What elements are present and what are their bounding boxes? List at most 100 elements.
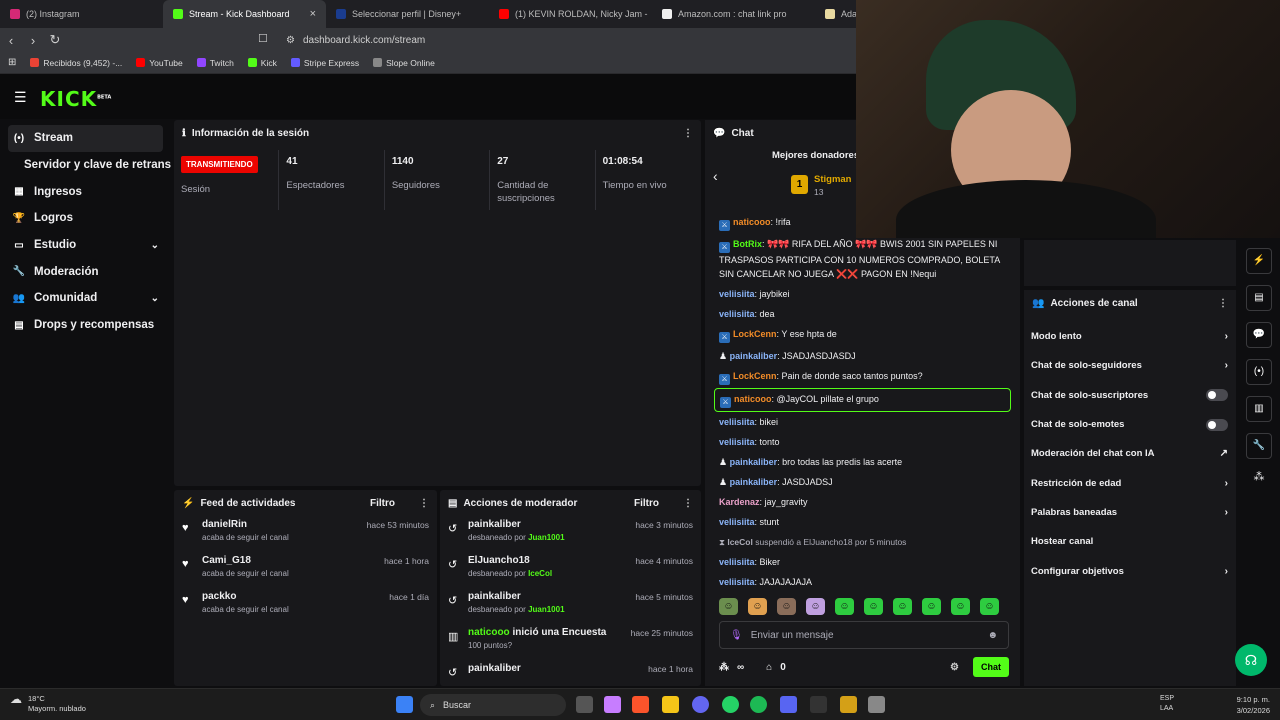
bookmark-item[interactable]: YouTube [136,58,183,68]
chevron-right-icon[interactable]: › [1225,566,1228,577]
chat-username[interactable]: painkaliber [730,477,778,487]
brave-browser-icon[interactable] [632,696,649,713]
feed-user[interactable]: Cami_G18 [202,555,384,566]
app-icon[interactable] [692,696,709,713]
browser-tab[interactable]: Stream - Kick Dashboard × [163,0,326,28]
chat-username[interactable]: painkaliber [730,351,778,361]
donor-name[interactable]: Stigman [814,174,851,185]
windows-start-icon[interactable] [396,696,413,713]
mod-user[interactable]: naticooo inició una Encuesta [468,627,631,638]
sidebar-item-estudio[interactable]: ▭ Estudio ⌄ [0,232,171,259]
mod-user[interactable]: painkaliber [468,591,635,602]
external-chart-icon[interactable]: ↗ [1220,448,1228,459]
kick-logo[interactable]: KICKBETA [40,87,111,111]
emote-icon[interactable]: ☺ [980,598,999,615]
sidebar-item-drops[interactable]: ▤ Drops y recompensas [0,312,171,339]
channel-action-row[interactable]: Hostear canal [1024,527,1236,556]
sidebar-item-moderación[interactable]: 🔧 Moderación [0,258,171,285]
more-options-icon[interactable]: ⋮ [419,498,429,509]
chat-username[interactable]: veliisiita [719,517,755,527]
chat-username[interactable]: veliisiita [719,417,755,427]
chevron-right-icon[interactable]: › [1225,360,1228,371]
copilot-icon[interactable] [604,696,621,713]
points-icon[interactable]: ⁂ [719,662,729,673]
sidebar-item-stream[interactable]: (•) Stream [8,125,163,152]
emote-icon[interactable]: ☺ [922,598,941,615]
chat-icon[interactable]: 💬 [1246,322,1272,348]
mod-user-name[interactable]: naticooo [468,627,510,638]
bookmark-item[interactable]: Recibidos (9,452) -... [30,58,122,68]
chat-username[interactable]: painkaliber [730,457,778,467]
channel-action-row[interactable]: Configurar objetivos › [1024,556,1236,585]
chevron-right-icon[interactable]: › [1225,507,1228,518]
chat-username[interactable]: veliisiita [719,557,755,567]
layout-icon[interactable]: ▥ [1246,396,1272,422]
bookmark-item[interactable]: Twitch [196,58,234,68]
discord-icon[interactable] [780,696,797,713]
headset-support-icon[interactable]: ☊ [1235,644,1267,676]
mic-icon[interactable]: 🎙 [730,630,743,641]
whatsapp-icon[interactable] [722,696,739,713]
sidebar-item-logros[interactable]: 🏆 Logros [0,205,171,232]
sidebar-item-server-key[interactable]: Servidor y clave de retransmisión [0,152,171,179]
close-icon[interactable]: × [310,8,316,20]
back-icon[interactable]: ‹ [0,33,22,48]
mod-filter-button[interactable]: Filtro [634,498,659,509]
settings-gear-icon[interactable] [868,696,885,713]
emote-icon[interactable]: ☺ [777,598,796,615]
task-view-icon[interactable] [576,696,593,713]
chevron-down-icon[interactable]: ⌄ [151,240,159,251]
store-icon[interactable]: ⌂ [766,662,772,673]
taskbar-clock[interactable]: 9:10 p. m. 3/02/2026 [1228,694,1270,716]
mod-by[interactable]: Juan1001 [528,605,564,614]
chat-send-button[interactable]: Chat [973,657,1009,677]
browser-tab[interactable]: (2) Instagram [0,0,163,28]
chat-username[interactable]: naticooo [734,394,772,404]
taskbar-search[interactable]: ⌕ Buscar [420,694,566,716]
forward-icon[interactable]: › [22,33,44,48]
chevron-right-icon[interactable]: › [1225,331,1228,342]
feed-filter-button[interactable]: Filtro [370,498,395,509]
audio-app-icon[interactable] [810,696,827,713]
bookmark-item[interactable]: Kick [247,58,277,68]
mod-user[interactable]: painkaliber [468,519,635,530]
settings-gear-icon[interactable]: ⚙ [950,662,959,673]
mod-by[interactable]: IceCol [528,569,552,578]
chat-username[interactable]: veliisiita [719,437,755,447]
emote-icon[interactable]: ☺ [893,598,912,615]
more-options-icon[interactable]: ⋮ [1218,298,1228,309]
app-icon[interactable] [840,696,857,713]
channel-action-row[interactable]: Modo lento › [1024,322,1236,351]
toggle-switch[interactable] [1206,389,1228,402]
sidebar-item-comunidad[interactable]: 👥 Comunidad ⌄ [0,285,171,312]
menu-icon[interactable]: ☰ [14,89,27,106]
chat-username[interactable]: BotRix [733,239,762,249]
browser-tab[interactable]: Amazon.com : chat link pro [652,0,815,28]
channel-action-row[interactable]: Chat de solo-seguidores › [1024,351,1236,380]
mod-user[interactable]: painkaliber [468,663,648,674]
weather-widget[interactable]: ☁ 18°C Mayorm. nublado [10,693,86,714]
emote-icon[interactable]: ☺ [719,598,738,615]
bolt-icon[interactable]: ⚡ [1246,248,1272,274]
chat-username[interactable]: Kardenaz [719,497,760,507]
toggle-switch[interactable] [1206,418,1228,431]
bookmark-item[interactable]: Stripe Express [290,58,359,68]
browser-tab[interactable]: (1) KEVIN ROLDAN, Nicky Jam - [489,0,652,28]
chat-username[interactable]: LockCenn [733,371,777,381]
more-options-icon[interactable]: ⋮ [683,128,693,139]
chat-input[interactable]: 🎙 Enviar un mensaje ☻ [719,621,1009,649]
emote-icon[interactable]: ☺ [835,598,854,615]
community-icon[interactable]: ⁂ [1238,470,1280,483]
emote-icon[interactable]: ☺ [806,598,825,615]
emoji-icon[interactable]: ☻ [987,630,998,641]
browser-tab[interactable]: Seleccionar perfil | Disney+ [326,0,489,28]
channel-action-row[interactable]: Palabras baneadas › [1024,498,1236,527]
chat-username[interactable]: veliisiita [719,577,755,587]
channel-action-row[interactable]: Chat de solo-suscriptores [1024,381,1236,410]
apps-icon[interactable]: ⊞ [8,57,16,68]
chat-username[interactable]: LockCenn [733,329,777,339]
mod-by[interactable]: Juan1001 [528,533,564,542]
chat-username[interactable]: IceCol [727,537,753,547]
chat-messages[interactable]: ⚔ naticooo: !rifa ⚔ BotRix: 🎀🎀 RIFA DEL AÑO… [705,212,1020,594]
chevron-right-icon[interactable]: › [1225,478,1228,489]
